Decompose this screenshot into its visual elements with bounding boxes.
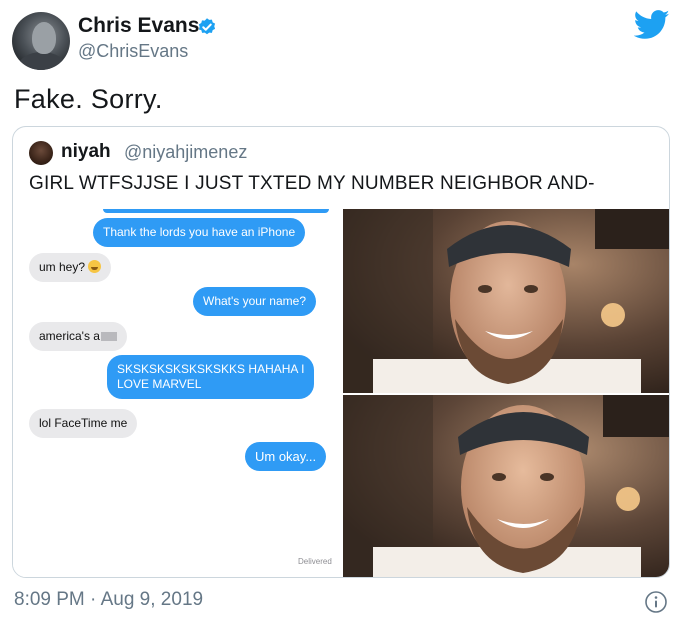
author-avatar[interactable] xyxy=(12,12,70,70)
facetime-photo-1[interactable] xyxy=(343,209,669,393)
redacted-text-block xyxy=(100,332,117,341)
author-display-name[interactable]: Chris Evans xyxy=(78,14,199,38)
message-text: Thank the lords you have an iPhone xyxy=(103,225,296,239)
avatar-face-shape xyxy=(32,22,56,54)
grimace-emoji-icon xyxy=(88,260,102,273)
message-text: um hey? xyxy=(39,260,86,274)
message-text-line-2: LOVE MARVEL xyxy=(117,377,202,391)
twitter-bird-icon[interactable] xyxy=(634,10,670,40)
previous-message-edge xyxy=(103,209,329,213)
message-bubble-outgoing: Um okay... xyxy=(245,442,327,471)
message-bubble-incoming: um hey? xyxy=(29,253,112,282)
facetime-photo-2[interactable] xyxy=(343,395,669,577)
tweet-card: Chris Evans @ChrisEvans Fake. Sorry. niy… xyxy=(0,0,685,618)
message-text: What's your name? xyxy=(203,294,307,308)
message-text-line-1: SKSKSKSKSKSKSKKS HAHAHA I xyxy=(117,362,305,376)
message-bubble-outgoing: SKSKSKSKSKSKSKKS HAHAHA I LOVE MARVEL xyxy=(107,355,315,399)
message-bubble-incoming: lol FaceTime me xyxy=(29,409,138,438)
facetime-photo-2-image xyxy=(343,395,669,577)
quoted-tweet[interactable]: niyah @niyahjimenez GIRL WTFSJJSE I JUST… xyxy=(12,126,670,578)
message-text: america's a xyxy=(39,329,100,343)
quoted-author-handle[interactable]: @niyahjimenez xyxy=(124,142,247,163)
quoted-author-name[interactable]: niyah xyxy=(61,141,111,163)
tweet-timestamp[interactable]: 8:09 PM · Aug 9, 2019 xyxy=(14,589,203,611)
message-text: Um okay... xyxy=(255,449,317,464)
author-handle[interactable]: @ChrisEvans xyxy=(78,41,188,62)
message-bubble-incoming: america's a xyxy=(29,322,127,351)
message-bubble-outgoing: What's your name? xyxy=(193,287,317,316)
imessage-screenshot: Thank the lords you have an iPhone um he… xyxy=(13,209,343,577)
tweet-text: Fake. Sorry. xyxy=(14,84,163,114)
quoted-tweet-text: GIRL WTFSJJSE I JUST TXTED MY NUMBER NEI… xyxy=(29,173,595,194)
info-icon[interactable] xyxy=(644,590,668,614)
delivered-status: Delivered xyxy=(298,557,332,566)
quoted-author-avatar[interactable] xyxy=(29,141,53,165)
message-text: lol FaceTime me xyxy=(39,416,128,430)
message-bubble-outgoing: Thank the lords you have an iPhone xyxy=(93,218,306,247)
avatar-shoulder-shape xyxy=(18,52,66,70)
facetime-photo-1-image xyxy=(343,209,669,393)
verified-badge-icon xyxy=(198,18,216,35)
